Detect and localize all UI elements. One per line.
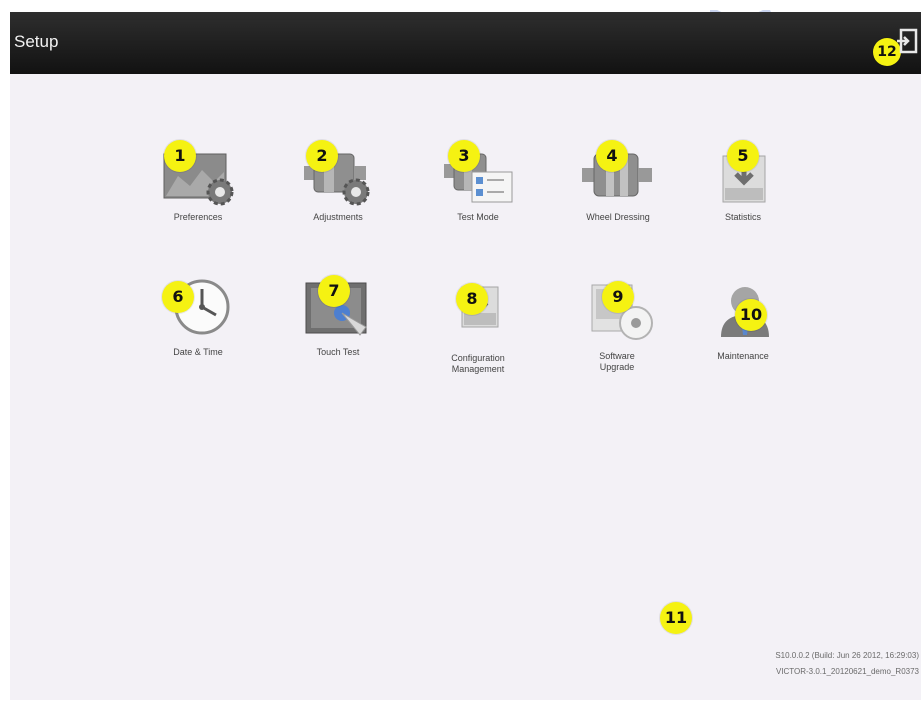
tile-preferences[interactable]: 1 Preferences bbox=[140, 132, 250, 252]
tile-touch-test[interactable]: 7 Touch Test bbox=[280, 267, 390, 387]
callout-badge-1: 1 bbox=[164, 140, 196, 172]
tile-wheel-dressing[interactable]: 4 Wheel Dressing bbox=[560, 132, 670, 252]
version-line-build: S10.0.0.2 (Build: Jun 26 2012, 16:29:03) bbox=[775, 651, 919, 660]
callout-badge-9: 9 bbox=[602, 281, 634, 313]
tile-label-configuration-management: Configuration Management bbox=[451, 353, 505, 374]
tile-label-maintenance: Maintenance bbox=[717, 351, 769, 361]
callout-badge-8: 8 bbox=[456, 283, 488, 315]
tile-software-upgrade[interactable]: 9 Software Upgrade bbox=[560, 267, 670, 387]
tile-label-wheel-dressing: Wheel Dressing bbox=[586, 212, 650, 222]
callout-badge-11: 11 bbox=[660, 602, 692, 634]
tile-date-time[interactable]: 6 Date & Time bbox=[140, 267, 250, 387]
tile-statistics[interactable]: 5 Statistics bbox=[685, 132, 795, 252]
tile-label-touch-test: Touch Test bbox=[316, 347, 360, 357]
callout-badge-4: 4 bbox=[596, 140, 628, 172]
tile-label-statistics: Statistics bbox=[724, 212, 761, 222]
tile-maintenance[interactable]: 10 Maintenance bbox=[685, 267, 795, 387]
callout-badge-7: 7 bbox=[318, 275, 350, 307]
callout-badge-2: 2 bbox=[306, 140, 338, 172]
callout-badge-10: 10 bbox=[735, 299, 767, 331]
callout-badge-6: 6 bbox=[162, 281, 194, 313]
exit-button[interactable] bbox=[895, 28, 919, 54]
callout-badge-3: 3 bbox=[448, 140, 480, 172]
tile-label-software-upgrade: Software Upgrade bbox=[599, 351, 635, 372]
tile-adjustments[interactable]: 2 Adjustments bbox=[280, 132, 390, 252]
title-bar: Setup 12 bbox=[10, 12, 921, 74]
setup-window: Setup 12 1 Preferences 2 Adjustments 3 T… bbox=[10, 7, 921, 700]
tile-label-test-mode: Test Mode bbox=[457, 212, 499, 222]
exit-door-icon bbox=[897, 28, 918, 54]
window-title: Setup bbox=[14, 32, 59, 51]
version-line-release: VICTOR-3.0.1_20120621_demo_R0373 bbox=[775, 667, 919, 676]
tile-label-date-time: Date & Time bbox=[173, 347, 223, 357]
tile-label-adjustments: Adjustments bbox=[313, 212, 363, 222]
version-info: S10.0.0.2 (Build: Jun 26 2012, 16:29:03)… bbox=[775, 648, 919, 680]
tile-configuration-management[interactable]: 8 Configuration Management bbox=[420, 267, 530, 387]
tile-test-mode[interactable]: 3 Test Mode bbox=[420, 132, 530, 252]
tile-label-preferences: Preferences bbox=[173, 212, 223, 222]
callout-badge-5: 5 bbox=[727, 140, 759, 172]
